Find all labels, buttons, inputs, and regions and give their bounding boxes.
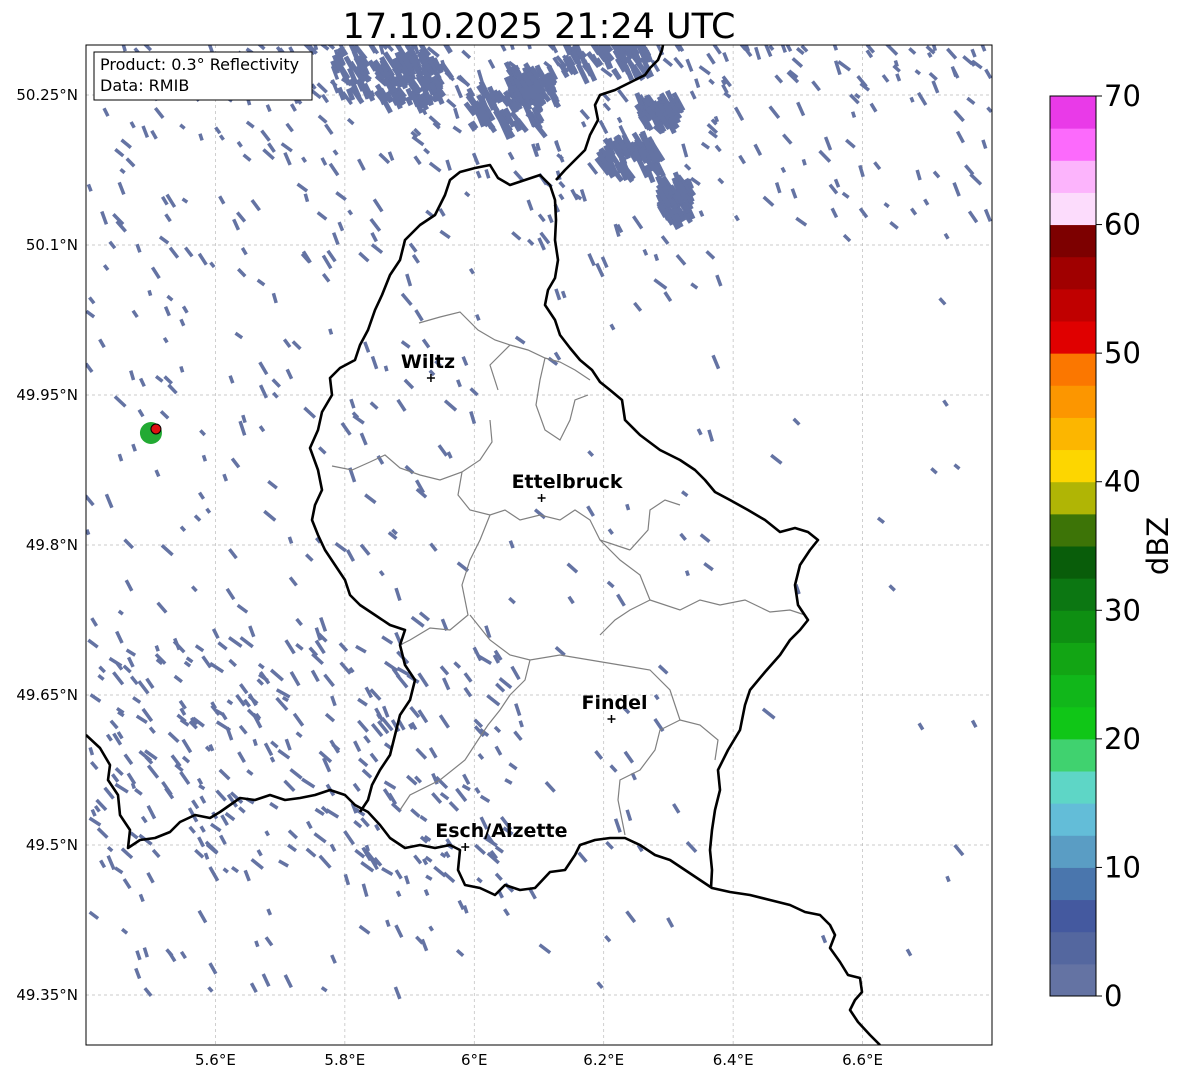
colorbar-tick-label: 20 — [1104, 722, 1141, 756]
city-label: Esch/Alzette — [435, 820, 567, 842]
colorbar-bin — [1050, 481, 1096, 515]
colorbar-bin — [1050, 706, 1096, 740]
colorbar-bin — [1050, 771, 1096, 804]
colorbar-bin — [1050, 96, 1096, 129]
colorbar-bin — [1050, 546, 1096, 579]
lon-tick-label: 6.6°E — [842, 1051, 883, 1069]
colorbar-tick-label: 50 — [1104, 336, 1141, 370]
colorbar-bin — [1050, 931, 1096, 965]
radar-site-marker[interactable] — [139, 422, 162, 444]
info-box: Product: 0.3° Reflectivity Data: RMIB — [93, 51, 313, 101]
colorbar-tick-label: 30 — [1104, 593, 1141, 627]
lat-tick-label: 49.5°N — [26, 836, 78, 854]
colorbar-bin — [1050, 867, 1096, 901]
figure: 17.10.2025 21:24 UTC Wiltz Ettelbruck Find… — [16, 7, 1175, 1069]
lon-tick-label: 6.4°E — [713, 1051, 754, 1069]
longitude-axis: 5.6°E 5.8°E 6°E 6.2°E 6.4°E 6.6°E — [195, 1051, 883, 1069]
colorbar-bin — [1050, 674, 1096, 708]
colorbar-tick-label: 10 — [1104, 850, 1141, 884]
colorbar-ticks: 0 10 20 30 40 50 60 70 — [1096, 79, 1141, 1013]
colorbar-bin — [1050, 321, 1096, 354]
colorbar-tick-label: 70 — [1104, 79, 1141, 113]
colorbar-bin — [1050, 288, 1096, 322]
lat-tick-label: 49.95°N — [16, 386, 78, 404]
radar-location-icon — [150, 423, 162, 435]
colorbar-tick-label: 60 — [1104, 208, 1141, 242]
colorbar-bin — [1050, 578, 1096, 611]
colorbar-bin — [1050, 385, 1096, 418]
colorbar-tick-label: 0 — [1104, 979, 1122, 1013]
colorbar-bin — [1050, 128, 1096, 161]
colorbar-bin — [1050, 803, 1096, 836]
colorbar-bin — [1050, 256, 1096, 290]
colorbar-bin — [1050, 963, 1096, 997]
colorbar: 0 10 20 30 40 50 60 70 dBZ — [1049, 79, 1175, 1013]
lat-tick-label: 50.25°N — [16, 86, 78, 104]
colorbar-bin — [1050, 224, 1096, 258]
city-label: Wiltz — [401, 351, 455, 373]
colorbar-bin — [1050, 513, 1096, 547]
colorbar-bin — [1050, 610, 1096, 643]
map-panel[interactable]: Wiltz Ettelbruck Findel Esch/Alzette Produc… — [85, 36, 993, 1046]
info-product: Product: 0.3° Reflectivity — [100, 55, 299, 74]
city-label: Findel — [581, 692, 647, 714]
colorbar-bin — [1050, 449, 1096, 483]
lon-tick-label: 5.6°E — [195, 1051, 236, 1069]
lat-tick-label: 49.8°N — [26, 536, 78, 554]
colorbar-bin — [1050, 835, 1096, 868]
colorbar-bin — [1050, 738, 1096, 772]
colorbar-bin — [1050, 353, 1096, 386]
colorbar-bins — [1050, 96, 1096, 997]
latitude-axis: 50.25°N 50.1°N 49.95°N 49.8°N 49.65°N 49.5°N 4… — [16, 86, 78, 1004]
colorbar-bin — [1050, 642, 1096, 676]
colorbar-bin — [1050, 899, 1096, 933]
colorbar-bin — [1050, 417, 1096, 451]
colorbar-tick-label: 40 — [1104, 465, 1141, 499]
lon-tick-label: 6.2°E — [583, 1051, 624, 1069]
lon-tick-label: 5.8°E — [324, 1051, 365, 1069]
info-data-source: Data: RMIB — [100, 76, 189, 95]
colorbar-label: dBZ — [1141, 517, 1175, 575]
lat-tick-label: 49.35°N — [16, 986, 78, 1004]
lat-tick-label: 50.1°N — [26, 236, 78, 254]
map-title: 17.10.2025 21:24 UTC — [343, 7, 736, 47]
lon-tick-label: 6°E — [461, 1051, 488, 1069]
city-label: Ettelbruck — [512, 471, 623, 493]
colorbar-bin — [1050, 192, 1096, 226]
lat-tick-label: 49.65°N — [16, 686, 78, 704]
colorbar-bin — [1050, 160, 1096, 193]
